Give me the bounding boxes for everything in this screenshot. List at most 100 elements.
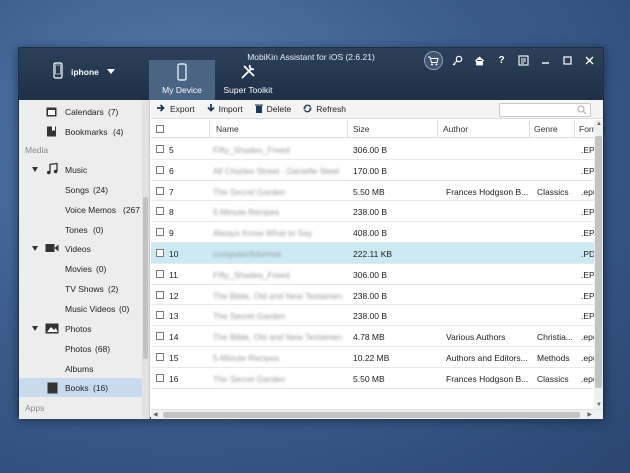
sidebar-item-label: Bookmarks <box>65 127 108 137</box>
expand-icon[interactable] <box>32 326 38 331</box>
sidebar-item-videos[interactable]: Videos <box>19 239 143 258</box>
row-checkbox[interactable] <box>156 165 164 174</box>
minimize-icon[interactable] <box>538 53 553 68</box>
sidebar-item-tv-shows[interactable]: TV Shows (2) <box>19 279 143 298</box>
refresh-icon <box>303 104 312 115</box>
scroll-down-icon[interactable]: ▼ <box>596 402 602 408</box>
table-row[interactable]: 9Always Know What to Say408.00 B.EPUB <box>151 222 603 243</box>
select-all-checkbox[interactable] <box>156 125 164 133</box>
column-header-size[interactable]: Size <box>353 124 370 134</box>
column-header-author[interactable]: Author <box>443 124 468 134</box>
tab-label: My Device <box>162 85 202 95</box>
row-checkbox[interactable] <box>156 145 164 153</box>
close-icon[interactable] <box>582 53 597 68</box>
row-checkbox[interactable] <box>156 373 164 382</box>
sidebar-item-albums[interactable]: Albums <box>19 359 143 378</box>
export-button[interactable]: Export <box>157 104 195 114</box>
search-icon[interactable] <box>577 105 587 117</box>
vertical-scrollbar[interactable]: ▲ ▼ <box>594 120 603 409</box>
expand-icon[interactable] <box>32 246 38 251</box>
table-row[interactable]: 6 All Charles Street - Danielle Steel 170.… <box>151 160 603 181</box>
table-row[interactable]: 12 The Bible, Old and New Testamen... 238.… <box>151 285 603 306</box>
cell-genre: Christia... <box>537 332 573 343</box>
row-checkbox[interactable] <box>156 186 164 195</box>
column-divider <box>574 120 575 138</box>
sidebar-scrollbar[interactable] <box>142 100 149 419</box>
delete-button[interactable]: Delete <box>254 104 291 115</box>
table-row[interactable]: 85-Minute Recipes238.00 B.EPUB <box>151 201 603 223</box>
sidebar-item-music-videos[interactable]: Music Videos (0) <box>19 299 143 318</box>
column-header-name[interactable]: Name <box>216 124 239 134</box>
scroll-right-icon[interactable]: ▶ <box>587 411 592 418</box>
sidebar-item-books[interactable]: Books (16) <box>19 378 143 397</box>
cell-author: Frances Hodgson B... <box>446 186 529 197</box>
table-row[interactable]: 14 The Bible, Old and New Testamen... 4.78… <box>151 326 602 347</box>
cell-num: 9 <box>169 228 174 239</box>
table-row[interactable]: 5Fifty_Shades_Freed306.00 B.EPUB <box>151 139 603 160</box>
table-row[interactable]: 15 5-Minute Recipes 10.22 MB Authors and Ed… <box>151 347 602 368</box>
sidebar-item-label: Music Videos <box>65 304 116 314</box>
table-row[interactable]: 16 The Secret Garden 5.50 MB Frances Hodgso… <box>151 368 602 389</box>
row-checkbox[interactable] <box>156 311 164 320</box>
scroll-thumb[interactable] <box>143 197 148 359</box>
import-button[interactable]: Import <box>206 103 243 115</box>
table-header: Name Size Author Genre Format <box>151 120 606 138</box>
chevron-down-icon[interactable] <box>106 69 115 74</box>
row-checkbox[interactable] <box>156 332 164 341</box>
row-checkbox[interactable] <box>156 228 164 237</box>
cell-size: 306.00 B <box>353 269 388 280</box>
cell-size: 170.00 B <box>353 165 388 176</box>
sidebar-item-count: (7) <box>108 107 119 117</box>
tab-super-toolkit[interactable]: Super Toolkit <box>215 60 281 100</box>
bookmark-icon <box>46 126 57 139</box>
help-icon[interactable]: ? <box>494 53 509 68</box>
key-icon[interactable] <box>450 53 465 68</box>
cell-size: 408.00 B <box>353 228 388 239</box>
table-row[interactable]: 13The Secret Garden238.00 B.EPUB <box>151 305 603 327</box>
device-name: iphone <box>71 66 99 77</box>
horizontal-scrollbar[interactable]: ◀ ▶ <box>151 409 603 419</box>
row-checkbox[interactable] <box>156 207 164 216</box>
export-label: Export <box>170 104 195 114</box>
scroll-left-icon[interactable]: ◀ <box>153 411 158 418</box>
tab-my-device[interactable]: My Device <box>149 60 215 100</box>
sidebar-item-label: Music <box>65 165 88 175</box>
refresh-button[interactable]: Refresh <box>303 104 346 115</box>
sidebar-item-photos-library[interactable]: Photos (68) <box>19 339 143 358</box>
table-row[interactable]: 7 The Secret Garden 5.50 MB Frances Hodgson… <box>151 181 602 202</box>
sidebar-item-label: TV Shows <box>65 284 104 294</box>
photo-icon <box>45 323 59 336</box>
sidebar-item-bookmarks[interactable]: Bookmarks (4) <box>19 122 143 141</box>
home-icon[interactable] <box>472 53 487 68</box>
table-row[interactable]: 11Fifty_Shades_Freed306.00 B.EPUB <box>151 264 603 285</box>
maximize-icon[interactable] <box>560 53 575 68</box>
toolbar: Export Import Delete Refresh <box>151 100 603 119</box>
scroll-thumb[interactable] <box>163 412 580 418</box>
cell-size: 10.22 MB <box>353 353 390 363</box>
sidebar-item-voice-memos[interactable]: Voice Memos (267 <box>19 200 143 219</box>
sidebar-item-photos[interactable]: Photos <box>19 319 143 338</box>
cell-num: 15 <box>169 353 179 363</box>
row-checkbox[interactable] <box>156 249 164 257</box>
row-checkbox[interactable] <box>156 269 164 278</box>
column-divider <box>529 120 530 138</box>
search-input[interactable] <box>499 103 591 117</box>
window-controls: ? <box>424 51 597 70</box>
sidebar-item-tones[interactable]: Tones (0) <box>19 220 143 239</box>
cell-name: computerifsformat <box>213 249 282 259</box>
sidebar-item-count: (4) <box>113 127 124 137</box>
sidebar-item-music[interactable]: Music <box>19 160 143 179</box>
device-selector[interactable]: iphone <box>53 62 115 81</box>
sidebar-item-songs[interactable]: Songs (24) <box>19 180 143 199</box>
sidebar-item-calendars[interactable]: Calendars (7) <box>19 102 143 121</box>
scroll-thumb[interactable] <box>595 136 602 388</box>
row-checkbox[interactable] <box>156 353 164 361</box>
scroll-up-icon[interactable]: ▲ <box>596 121 602 127</box>
cart-icon[interactable] <box>424 51 443 70</box>
table-row[interactable]: 10 computerifsformat 222.11 KB .PDF <box>151 243 600 264</box>
column-header-genre[interactable]: Genre <box>534 124 558 134</box>
expand-icon[interactable] <box>32 167 38 172</box>
row-checkbox[interactable] <box>156 290 164 299</box>
sidebar-item-movies[interactable]: Movies (0) <box>19 259 143 278</box>
register-icon[interactable] <box>516 53 531 68</box>
